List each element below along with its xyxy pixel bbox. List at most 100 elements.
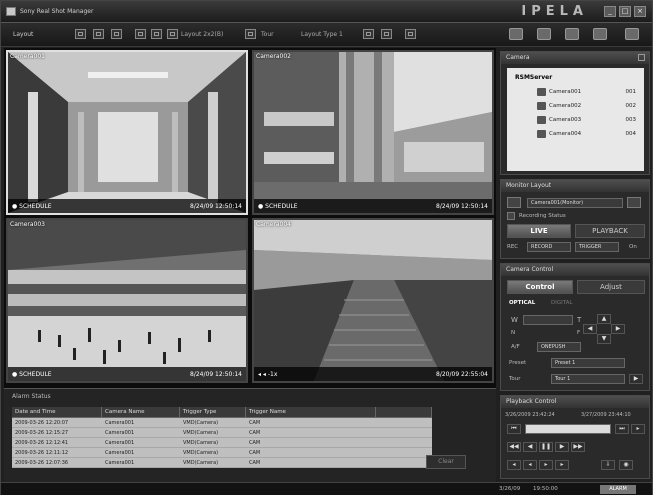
user-tool-icon[interactable] <box>625 28 639 40</box>
tree-root-server[interactable]: RSMServer <box>515 74 552 81</box>
tour-label-control: Tour <box>509 376 521 382</box>
fast-forward-icon[interactable]: ▶▶ <box>571 442 585 452</box>
layout-1x1-button[interactable] <box>75 29 86 39</box>
step-back-icon[interactable]: ◂ <box>523 460 537 470</box>
skip-end-icon[interactable]: ⏭ <box>615 424 629 434</box>
monitor-select[interactable]: Camera001(Monitor) <box>527 198 623 208</box>
record-button[interactable]: RECORD <box>527 242 571 252</box>
prev-event-icon[interactable]: ◂ <box>507 460 521 470</box>
tour-play-button[interactable] <box>245 29 256 39</box>
zoom-wide-button[interactable]: W <box>511 316 518 324</box>
tour-play-icon[interactable]: ▶ <box>629 374 643 384</box>
live-button[interactable]: LIVE <box>507 224 571 238</box>
camera-grid: Camera001 ● SCHEDULE 8/24/09 12:50:14 Ca… <box>4 48 496 388</box>
column-header-trigger-name[interactable]: Trigger Name <box>246 407 376 417</box>
playback-button[interactable]: PLAYBACK <box>575 224 645 238</box>
preset-select[interactable]: Preset 1 <box>551 358 625 368</box>
camera-panel: Camera RSMServer Camera001 001 Camera002… <box>500 51 650 175</box>
column-header-date[interactable]: Date and Time <box>12 407 102 417</box>
rewind-icon[interactable]: ◀ <box>523 442 537 452</box>
optical-zoom-option[interactable]: OPTICAL <box>509 300 535 306</box>
tab-adjust[interactable]: Adjust <box>577 280 645 294</box>
skip-start-icon[interactable]: ⏮ <box>507 424 521 434</box>
search-tool-icon[interactable] <box>593 28 607 40</box>
layout-type-dropdown-icon[interactable] <box>363 29 374 39</box>
settings-icon[interactable] <box>405 29 416 39</box>
pan-right-icon[interactable]: ▶ <box>611 324 625 334</box>
camera-1-status: ● SCHEDULE <box>12 203 52 210</box>
tab-control[interactable]: Control <box>507 280 573 294</box>
camera-view-4[interactable]: Camera004 ◂ ◂ -1x 8/20/09 22:55:04 <box>252 218 494 383</box>
table-row[interactable]: 2009-03-26 12:12:41 Camera001 VMD(Camera… <box>12 438 432 448</box>
timeline-slider[interactable] <box>525 424 611 434</box>
table-row[interactable]: 2009-03-26 12:11:12 Camera001 VMD(Camera… <box>12 448 432 458</box>
tree-item-camera-3[interactable]: Camera003 <box>549 117 581 123</box>
monitor-assign-button[interactable] <box>627 197 641 208</box>
minimize-button[interactable]: _ <box>604 6 616 17</box>
pan-left-icon[interactable]: ◀ <box>583 324 597 334</box>
tree-item-camera-4[interactable]: Camera004 <box>549 131 581 137</box>
focus-near-button[interactable]: N <box>511 330 515 336</box>
frame-step-icon[interactable]: ▸ <box>631 424 645 434</box>
clear-alarms-button[interactable]: Clear <box>426 455 466 469</box>
camera-4-footer: ◂ ◂ -1x 8/20/09 22:55:04 <box>254 367 492 381</box>
snapshot-icon[interactable]: ◉ <box>619 460 633 470</box>
table-cell: CAM <box>249 440 261 446</box>
layout-3x3-button[interactable] <box>111 29 122 39</box>
alarm-table-body: 2009-03-26 12:20:07 Camera001 VMD(Camera… <box>12 418 432 468</box>
table-cell <box>376 458 432 467</box>
zoom-slider[interactable] <box>523 315 573 325</box>
recorder-tool-icon[interactable] <box>565 28 579 40</box>
layout-type-play-button[interactable] <box>381 29 392 39</box>
table-row[interactable]: 2009-03-26 12:07:36 Camera001 VMD(Camera… <box>12 458 432 468</box>
pan-up-icon[interactable]: ▲ <box>597 314 611 324</box>
step-forward-icon[interactable]: ▸ <box>539 460 553 470</box>
export-icon[interactable]: ⇩ <box>601 460 615 470</box>
autofocus-label[interactable]: A/F <box>511 344 520 350</box>
camera-view-2[interactable]: Camera002 ● SCHEDULE 8/24/09 12:50:14 <box>252 50 494 215</box>
maximize-button[interactable]: □ <box>619 6 631 17</box>
camera-view-3[interactable]: Camera003 ● SCHEDULE 8/24/09 12:50:14 <box>6 218 248 383</box>
zoom-tele-button[interactable]: T <box>577 316 581 324</box>
tree-item-camera-2[interactable]: Camera002 <box>549 103 581 109</box>
table-row[interactable]: 2009-03-26 12:15:27 Camera001 VMD(Camera… <box>12 428 432 438</box>
monitor-tool-icon[interactable] <box>537 28 551 40</box>
monitor-panel-header: Monitor Layout <box>501 180 649 192</box>
layout-c-button[interactable] <box>167 29 178 39</box>
digital-zoom-option[interactable]: DIGITAL <box>551 300 573 306</box>
layout-name[interactable]: Layout 2x2(B) <box>181 31 223 38</box>
next-event-icon[interactable]: ▸ <box>555 460 569 470</box>
camera-panel-close-icon[interactable] <box>638 54 645 61</box>
close-button[interactable]: × <box>634 6 646 17</box>
column-header-extra[interactable] <box>376 407 432 417</box>
table-cell <box>376 448 432 457</box>
play-icon[interactable]: ▶ <box>555 442 569 452</box>
focus-far-button[interactable]: F <box>577 330 580 336</box>
column-header-trigger-type[interactable]: Trigger Type <box>180 407 246 417</box>
preset-label: Preset <box>509 360 527 366</box>
table-cell: CAM <box>249 420 261 426</box>
pause-icon[interactable]: ❚❚ <box>539 442 553 452</box>
table-cell: CAM <box>249 460 261 466</box>
camera-view-1[interactable]: Camera001 ● SCHEDULE 8/24/09 12:50:14 <box>6 50 248 215</box>
tour-select[interactable]: Tour 1 <box>551 374 625 384</box>
camera-2-status: ● SCHEDULE <box>258 203 298 210</box>
tree-value-camera-1: 001 <box>625 89 637 95</box>
layout-a-button[interactable] <box>135 29 146 39</box>
fast-rewind-icon[interactable]: ◀◀ <box>507 442 521 452</box>
tree-item-camera-1[interactable]: Camera001 <box>549 89 581 95</box>
layout-b-button[interactable] <box>151 29 162 39</box>
layout-type-select[interactable]: Layout Type 1 <box>301 31 343 38</box>
pan-down-icon[interactable]: ▼ <box>597 334 611 344</box>
column-header-camera[interactable]: Camera Name <box>102 407 180 417</box>
onepush-button[interactable]: ONEPUSH <box>537 342 581 352</box>
trigger-button[interactable]: TRIGGER <box>575 242 619 252</box>
camera-panel-header: Camera <box>501 52 649 64</box>
table-row[interactable]: 2009-03-26 12:20:07 Camera001 VMD(Camera… <box>12 418 432 428</box>
recording-status-checkbox[interactable] <box>507 212 515 220</box>
layout-2x2-button[interactable] <box>93 29 104 39</box>
app-window: Sony Real Shot Manager IPELA _ □ × Layou… <box>0 0 653 495</box>
camera-2-footer: ● SCHEDULE 8/24/09 12:50:14 <box>254 199 492 213</box>
on-label[interactable]: On <box>629 244 637 250</box>
camera-tool-icon[interactable] <box>509 28 523 40</box>
